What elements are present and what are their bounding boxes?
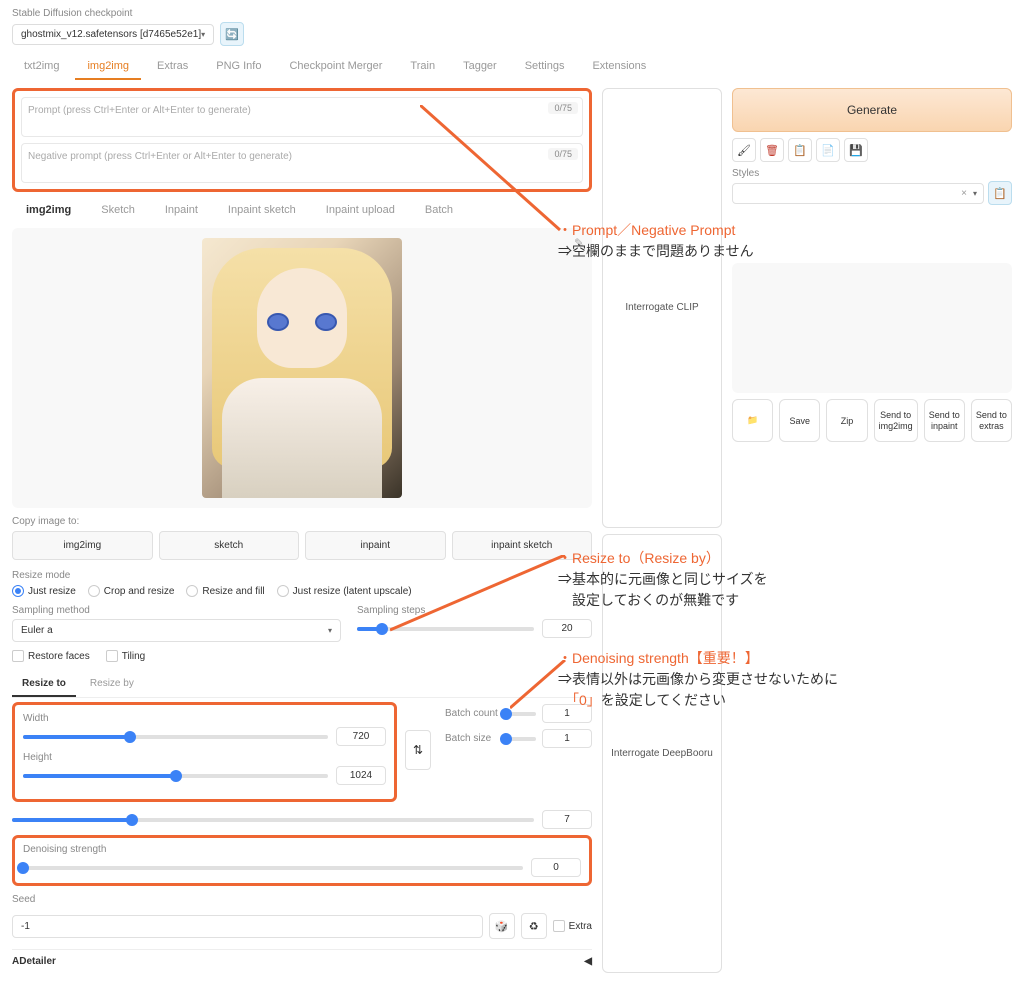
restore-faces-checkbox[interactable]: Restore faces: [12, 650, 90, 662]
copy-to-sketch-button[interactable]: sketch: [159, 531, 300, 560]
chevron-left-icon: ◀: [584, 956, 592, 967]
generate-button[interactable]: Generate: [732, 88, 1012, 132]
height-value[interactable]: 1024: [336, 766, 386, 785]
width-slider[interactable]: [23, 735, 328, 739]
sub-tabs: img2imgSketchInpaintInpaint sketchInpain…: [12, 198, 592, 228]
chevron-down-icon: ▾: [328, 626, 332, 635]
chevron-down-icon: ▾: [201, 30, 205, 39]
prompt-token-badge: 0/75: [548, 102, 578, 114]
batch-size-value[interactable]: 1: [542, 729, 592, 748]
output-gallery: [732, 263, 1012, 393]
tiling-checkbox[interactable]: Tiling: [106, 650, 146, 662]
annotation-prompt: ・Prompt／Negative Prompt ⇒空欄のままで問題ありません: [558, 220, 754, 262]
reuse-seed-button[interactable]: ♻: [521, 913, 547, 939]
main-tab-txt2img[interactable]: txt2img: [12, 54, 71, 80]
width-label: Width: [23, 713, 386, 724]
annotation-denoise: ・Denoising strength【重要！】 ⇒表情以外は元画像から変更させ…: [558, 648, 838, 711]
cfg-slider[interactable]: [12, 818, 534, 822]
image-drop-area[interactable]: ✎: [12, 228, 592, 508]
refresh-checkpoint-button[interactable]: 🔄: [220, 22, 244, 46]
main-tab-settings[interactable]: Settings: [513, 54, 577, 80]
copy-to-inpaint-button[interactable]: inpaint: [305, 531, 446, 560]
denoise-slider[interactable]: [23, 866, 523, 870]
prompt-placeholder: Prompt (press Ctrl+Enter or Alt+Enter to…: [28, 105, 251, 116]
batch-size-slider[interactable]: [506, 737, 536, 741]
checkpoint-label: Stable Diffusion checkpoint: [12, 8, 1012, 19]
cfg-value[interactable]: 7: [542, 810, 592, 829]
batch-count-label: Batch count: [445, 708, 500, 719]
negative-prompt-input[interactable]: Negative prompt (press Ctrl+Enter or Alt…: [21, 143, 583, 183]
output-folder-button[interactable]: 📁: [732, 399, 773, 442]
styles-label: Styles: [732, 168, 1012, 179]
sampling-steps-slider[interactable]: [357, 627, 534, 631]
clipboard-icon[interactable]: 📋: [788, 138, 812, 162]
save-icon[interactable]: 💾: [844, 138, 868, 162]
denoise-label: Denoising strength: [23, 844, 581, 855]
height-slider[interactable]: [23, 774, 328, 778]
checkpoint-dropdown[interactable]: ghostmix_v12.safetensors [d7465e52e1] ▾: [12, 24, 214, 45]
sub-tab-img2img[interactable]: img2img: [12, 198, 85, 222]
clear-icon[interactable]: ×: [961, 188, 967, 199]
trash-icon[interactable]: 🗑: [760, 138, 784, 162]
neg-token-badge: 0/75: [548, 148, 578, 160]
sampling-steps-value[interactable]: 20: [542, 619, 592, 638]
sampling-method-dropdown[interactable]: Euler a ▾: [12, 619, 341, 642]
styles-dropdown[interactable]: × ▾: [732, 183, 984, 204]
sampling-method-label: Sampling method: [12, 605, 341, 616]
sampling-steps-label: Sampling steps: [357, 605, 592, 616]
interrogate-clip-button[interactable]: Interrogate CLIP: [602, 88, 722, 528]
main-tab-tagger[interactable]: Tagger: [451, 54, 509, 80]
resize-tab-resize-by[interactable]: Resize by: [80, 672, 144, 697]
output-send-to-img2img-button[interactable]: Send toimg2img: [874, 399, 918, 442]
output-zip-button[interactable]: Zip: [826, 399, 867, 442]
prompt-section-highlighted: Prompt (press Ctrl+Enter or Alt+Enter to…: [12, 88, 592, 192]
copy-to-img2img-button[interactable]: img2img: [12, 531, 153, 560]
output-send-to-extras-button[interactable]: Send toextras: [971, 399, 1012, 442]
main-tab-png-info[interactable]: PNG Info: [204, 54, 273, 80]
apply-style-button[interactable]: 📋: [988, 181, 1012, 205]
input-image-preview: [202, 238, 402, 498]
width-value[interactable]: 720: [336, 727, 386, 746]
sub-tab-inpaint[interactable]: Inpaint: [151, 198, 212, 222]
sub-tab-inpaint-sketch[interactable]: Inpaint sketch: [214, 198, 310, 222]
denoise-value[interactable]: 0: [531, 858, 581, 877]
main-tab-extras[interactable]: Extras: [145, 54, 200, 80]
sub-tab-inpaint-upload[interactable]: Inpaint upload: [312, 198, 409, 222]
resize-mode-resize-and-fill[interactable]: Resize and fill: [186, 585, 264, 597]
main-tab-checkpoint-merger[interactable]: Checkpoint Merger: [277, 54, 394, 80]
sub-tab-batch[interactable]: Batch: [411, 198, 467, 222]
annotation-resize: ・Resize to（Resize by） ⇒基本的に元画像と同じサイズを 設定…: [558, 548, 768, 611]
resize-section-highlighted: Width 720 Height: [12, 702, 397, 802]
resize-tab-resize-to[interactable]: Resize to: [12, 672, 76, 697]
prompt-input[interactable]: Prompt (press Ctrl+Enter or Alt+Enter to…: [21, 97, 583, 137]
seed-input[interactable]: -1: [12, 915, 483, 938]
height-label: Height: [23, 752, 386, 763]
negative-prompt-placeholder: Negative prompt (press Ctrl+Enter or Alt…: [28, 151, 292, 162]
main-tab-train[interactable]: Train: [398, 54, 447, 80]
output-save-button[interactable]: Save: [779, 399, 820, 442]
resize-mode-crop-and-resize[interactable]: Crop and resize: [88, 585, 175, 597]
resize-mode-label: Resize mode: [12, 570, 592, 581]
resize-mode-just-resize[interactable]: Just resize: [12, 585, 76, 597]
doc-icon[interactable]: 📄: [816, 138, 840, 162]
batch-size-label: Batch size: [445, 733, 500, 744]
batch-count-slider[interactable]: [506, 712, 536, 716]
denoise-section-highlighted: Denoising strength 0: [12, 835, 592, 886]
seed-label: Seed: [12, 894, 592, 905]
copy-image-label: Copy image to:: [12, 516, 592, 527]
main-tabs: txt2imgimg2imgExtrasPNG InfoCheckpoint M…: [0, 54, 1024, 80]
sub-tab-sketch[interactable]: Sketch: [87, 198, 149, 222]
output-send-to-inpaint-button[interactable]: Send toinpaint: [924, 399, 965, 442]
main-tab-extensions[interactable]: Extensions: [580, 54, 658, 80]
chevron-down-icon: ▾: [973, 189, 977, 198]
random-seed-button[interactable]: 🎲: [489, 913, 515, 939]
swap-dimensions-button[interactable]: ⇅: [405, 730, 431, 770]
checkpoint-value: ghostmix_v12.safetensors [d7465e52e1]: [21, 29, 201, 40]
main-tab-img2img[interactable]: img2img: [75, 54, 141, 80]
resize-mode-just-resize-latent-upscale-[interactable]: Just resize (latent upscale): [277, 585, 412, 597]
paint-icon[interactable]: 🖌: [732, 138, 756, 162]
adetailer-accordion[interactable]: ADetailer ◀: [12, 949, 592, 973]
extra-checkbox[interactable]: Extra: [553, 920, 592, 932]
